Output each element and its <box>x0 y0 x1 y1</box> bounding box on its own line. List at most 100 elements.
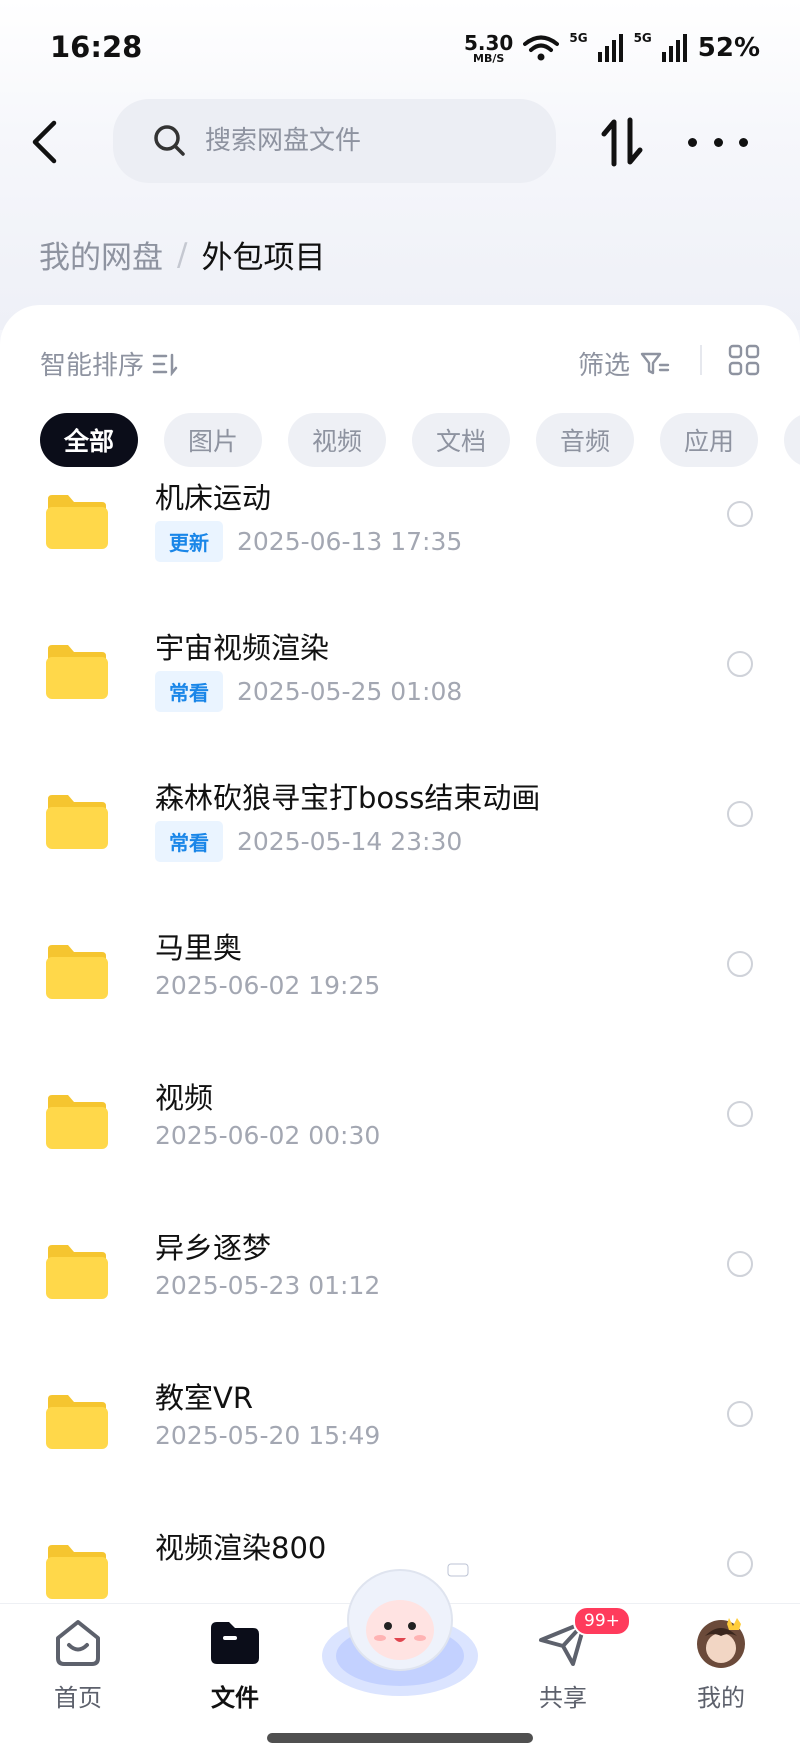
signal-icon <box>661 34 687 62</box>
list-item[interactable]: 宇宙视频渲染 常看 2025-05-25 01:08 <box>0 605 800 755</box>
file-meta: 2025-06-02 00:30 <box>155 1121 380 1150</box>
file-name: 视频 <box>155 1081 214 1115</box>
grid-view-icon <box>728 344 760 376</box>
file-name: 视频渲染800 <box>155 1531 327 1565</box>
file-date: 2025-05-23 01:12 <box>155 1271 381 1300</box>
toolbar-divider <box>700 345 702 375</box>
file-name: 机床运动 <box>155 481 272 515</box>
file-date: 2025-05-25 01:08 <box>237 677 463 706</box>
file-name: 马里奥 <box>155 931 243 965</box>
transfer-sort-button[interactable] <box>598 116 646 168</box>
folder-icon <box>46 945 108 999</box>
filter-label: 筛选 <box>578 351 631 381</box>
list-item[interactable]: 视频 2025-06-02 00:30 <box>0 1055 800 1205</box>
network-type-2: 5G <box>633 31 652 45</box>
file-name: 宇宙视频渲染 <box>155 631 330 665</box>
avatar <box>697 1618 745 1668</box>
back-arrow-icon <box>32 120 57 164</box>
network-type-1: 5G <box>569 31 588 45</box>
file-tag: 常看 <box>155 821 223 862</box>
battery-level: 52% <box>697 33 760 63</box>
tab-mine[interactable]: 我的 <box>661 1614 781 1713</box>
share-badge: 99+ <box>573 1606 631 1636</box>
list-item[interactable]: 马里奥 2025-06-02 19:25 <box>0 905 800 1055</box>
list-toolbar: 智能排序 筛选 <box>0 305 800 405</box>
status-right: 5.30 MB/S 5G 5G 52% <box>464 30 760 66</box>
file-date: 2025-05-20 15:49 <box>155 1421 381 1450</box>
smart-sort-button[interactable]: 智能排序 <box>40 345 178 382</box>
tab-share[interactable]: 99+ 共享 <box>503 1606 631 1713</box>
file-meta: 2025-05-23 01:12 <box>155 1271 380 1300</box>
file-tag: 更新 <box>155 521 223 562</box>
more-icon <box>688 137 697 147</box>
more-icon <box>713 137 723 147</box>
folder-icon <box>46 1545 108 1599</box>
select-radio[interactable] <box>727 801 753 827</box>
breadcrumb-root[interactable]: 我的网盘 <box>39 232 163 277</box>
tab-home[interactable]: 首页 <box>18 1614 138 1713</box>
tab-mine-label: 我的 <box>697 1684 745 1712</box>
search-input[interactable] <box>203 125 537 157</box>
files-icon <box>211 1622 259 1664</box>
smart-sort-label: 智能排序 <box>40 351 145 381</box>
breadcrumb-current: 外包项目 <box>201 240 326 276</box>
folder-icon <box>46 795 108 849</box>
select-radio[interactable] <box>727 651 753 677</box>
search-icon <box>154 125 185 156</box>
file-name: 森林砍狼寻宝打boss结束动画 <box>155 781 541 815</box>
file-meta: 常看 2025-05-25 01:08 <box>155 671 462 712</box>
file-meta: 常看 2025-05-14 23:30 <box>155 821 462 862</box>
more-button[interactable] <box>688 122 748 162</box>
select-radio[interactable] <box>727 501 753 527</box>
file-meta: 更新 2025-06-13 17:35 <box>155 521 462 562</box>
breadcrumb-separator: / <box>177 236 188 273</box>
select-radio[interactable] <box>727 951 753 977</box>
search-bar[interactable] <box>113 99 556 183</box>
status-bar: 16:28 5.30 MB/S 5G 5G 52% <box>0 0 800 96</box>
file-date: 2025-06-13 17:35 <box>237 527 463 556</box>
tab-home-label: 首页 <box>54 1684 102 1712</box>
folder-icon <box>46 1095 108 1149</box>
folder-icon <box>46 1245 108 1299</box>
file-date: 2025-05-14 23:30 <box>237 827 463 856</box>
file-list-card: 智能排序 筛选 全部 图片 视频 文档 音频 应用 机床运动 更新 2025-0… <box>0 305 800 1759</box>
more-icon <box>739 137 748 147</box>
wifi-icon <box>523 35 560 61</box>
file-date: 2025-06-02 00:30 <box>155 1121 381 1150</box>
file-name: 异乡逐梦 <box>155 1231 272 1265</box>
file-date: 2025-06-02 19:25 <box>155 971 381 1000</box>
sort-lines-icon <box>152 353 178 376</box>
select-radio[interactable] <box>727 1401 753 1427</box>
mascot[interactable] <box>318 1560 482 1700</box>
tab-files[interactable]: 文件 <box>175 1614 295 1713</box>
breadcrumb: 我的网盘 / 外包项目 <box>39 232 325 277</box>
list-item[interactable]: 教室VR 2025-05-20 15:49 <box>0 1355 800 1505</box>
filter-icon <box>640 352 670 374</box>
speed-unit: MB/S <box>473 51 505 65</box>
speed-value: 5.30 <box>464 30 514 55</box>
folder-icon <box>46 645 108 699</box>
back-button[interactable] <box>30 115 70 169</box>
folder-icon <box>46 1395 108 1449</box>
tab-files-label: 文件 <box>211 1684 259 1712</box>
filter-button[interactable]: 筛选 <box>578 345 670 382</box>
select-radio[interactable] <box>727 1251 753 1277</box>
network-speed: 5.30 MB/S <box>464 33 513 64</box>
folder-icon <box>46 495 108 549</box>
list-item[interactable]: 森林砍狼寻宝打boss结束动画 常看 2025-05-14 23:30 <box>0 755 800 905</box>
list-item[interactable]: 机床运动 更新 2025-06-13 17:35 <box>0 455 800 605</box>
file-tag: 常看 <box>155 671 223 712</box>
list-item[interactable]: 异乡逐梦 2025-05-23 01:12 <box>0 1205 800 1355</box>
sort-icon <box>601 117 643 167</box>
file-meta: 2025-06-02 19:25 <box>155 971 380 1000</box>
select-radio[interactable] <box>727 1101 753 1127</box>
grid-view-button[interactable] <box>728 344 760 376</box>
tab-share-label: 共享 <box>539 1684 587 1712</box>
status-time: 16:28 <box>50 30 143 64</box>
home-icon <box>56 1620 100 1666</box>
file-meta: 2025-05-20 15:49 <box>155 1421 380 1450</box>
home-indicator <box>267 1733 533 1743</box>
file-name: 教室VR <box>155 1381 253 1415</box>
signal-icon <box>597 34 623 62</box>
select-radio[interactable] <box>727 1551 753 1577</box>
